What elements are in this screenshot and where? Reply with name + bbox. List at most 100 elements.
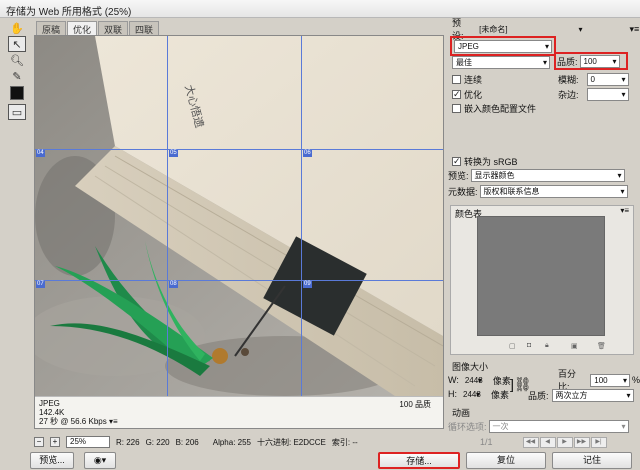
eyedropper-icon[interactable]: ✎ bbox=[8, 68, 26, 84]
resample-select[interactable]: 两次立方 bbox=[551, 388, 634, 402]
eyedropper-color-swatch[interactable] bbox=[10, 86, 24, 100]
height-row: H: 2448 像素 bbox=[448, 387, 509, 401]
prev-frame-icon[interactable]: ◀ bbox=[539, 436, 556, 448]
tool-palette: ✋ ↖ 🔍︎ ✎ ▭ bbox=[4, 20, 30, 120]
quality-preset-row: 最佳 bbox=[452, 55, 550, 69]
height-input[interactable]: 2448 bbox=[459, 388, 483, 401]
progressive-label: 连续 bbox=[464, 74, 483, 85]
preview-color-row: 预览: 显示器颜色 bbox=[448, 168, 625, 182]
view-tabs: 原稿 优化 双联 四联 bbox=[36, 21, 160, 35]
tab-original[interactable]: 原稿 bbox=[36, 21, 67, 35]
photo-image: 大心悟遗 bbox=[35, 36, 443, 396]
color-table-grid[interactable] bbox=[477, 216, 605, 336]
reset-button[interactable]: 复位 bbox=[466, 452, 546, 469]
info-format: JPEG bbox=[39, 399, 60, 408]
optimized-row: 优化 bbox=[452, 87, 482, 101]
color-table-menu-icon[interactable]: ▾≡ bbox=[620, 206, 629, 215]
metadata-select[interactable]: 版权和联系信息 bbox=[479, 184, 628, 198]
quality-label: 品质: bbox=[557, 56, 578, 67]
readout-hex: 十六进制: E2DCCE bbox=[257, 437, 326, 447]
info-download-time: 27 秒 @ 56.6 Kbps bbox=[39, 417, 107, 426]
info-quality: 100 品质 bbox=[399, 400, 431, 409]
readout-g: G: 220 bbox=[145, 437, 170, 447]
convert-srgb-label: 转换为 sRGB bbox=[464, 156, 518, 167]
slice-guide bbox=[167, 36, 168, 396]
readout-r: R: 226 bbox=[116, 437, 140, 447]
optimized-checkbox[interactable] bbox=[452, 89, 461, 100]
format-highlight: JPEG bbox=[450, 36, 556, 56]
embed-profile-row: 嵌入颜色配置文件 bbox=[452, 101, 536, 115]
convert-srgb-checkbox[interactable] bbox=[452, 156, 461, 167]
info-size: 142.4K bbox=[39, 408, 65, 417]
delete-color-icon[interactable]: 🗑︎ bbox=[597, 342, 606, 350]
optimized-label: 优化 bbox=[464, 89, 483, 100]
tab-optimized[interactable]: 优化 bbox=[67, 21, 98, 35]
first-frame-icon[interactable]: ◀◀ bbox=[522, 436, 539, 448]
slice-select-icon[interactable]: ↖ bbox=[8, 36, 26, 52]
progressive-checkbox[interactable] bbox=[452, 74, 461, 84]
last-frame-icon[interactable]: ▶| bbox=[590, 436, 607, 448]
embed-profile-checkbox[interactable] bbox=[452, 103, 461, 113]
play-icon[interactable]: ▶ bbox=[556, 436, 573, 448]
blur-input[interactable]: 0 bbox=[586, 72, 629, 86]
zoom-select[interactable]: 25% bbox=[66, 436, 110, 448]
map-transparency-icon[interactable]: ▢ bbox=[509, 342, 516, 350]
lock-color-icon[interactable]: 🔒︎ bbox=[545, 342, 549, 350]
optimization-info: JPEG 142.4K 27 秒 @ 56.6 Kbps ▾≡ 100 品质 bbox=[35, 396, 443, 428]
browser-select-button[interactable]: ◉▾ bbox=[84, 452, 116, 469]
web-shift-icon[interactable]: ◘ bbox=[527, 342, 531, 349]
slice-tag[interactable]: 07 bbox=[36, 281, 45, 288]
matte-row: 杂边: bbox=[558, 87, 629, 101]
frame-counter: 1/1 bbox=[480, 437, 493, 447]
tab-2up[interactable]: 双联 bbox=[98, 21, 129, 35]
resample-label: 品质: bbox=[528, 390, 549, 401]
quality-input[interactable]: 100 bbox=[579, 54, 620, 68]
blur-label: 模糊: bbox=[558, 74, 579, 85]
zoom-icon[interactable]: 🔍︎ bbox=[8, 52, 26, 68]
readout-alpha: Alpha: 255 bbox=[212, 437, 251, 447]
loop-row: 循环选项: 一次 bbox=[448, 419, 629, 433]
loop-select[interactable]: 一次 bbox=[488, 419, 629, 433]
preview-color-label: 预览: bbox=[448, 170, 469, 181]
metadata-row: 元数据: 版权和联系信息 bbox=[448, 184, 628, 198]
slice-tag[interactable]: 04 bbox=[36, 150, 45, 157]
resample-row: 品质: 两次立方 bbox=[528, 388, 634, 402]
slice-tag[interactable]: 09 bbox=[303, 281, 312, 288]
status-bar: − + 25% R: 226 G: 220 B: 206 Alpha: 255 … bbox=[34, 435, 444, 449]
zoom-out-icon[interactable]: − bbox=[34, 437, 44, 447]
slice-guide bbox=[35, 149, 443, 150]
slice-guide bbox=[301, 36, 302, 396]
matte-select[interactable] bbox=[586, 87, 629, 101]
next-frame-icon[interactable]: ▶▶ bbox=[573, 436, 590, 448]
zoom-in-icon[interactable]: + bbox=[50, 437, 60, 447]
height-label: H: bbox=[448, 389, 457, 399]
color-table-panel: 颜色表 ▾≡ ▢ ◘ 🔒︎ ▣ 🗑︎ bbox=[450, 205, 634, 355]
panel-menu-icon[interactable]: ▾≡ bbox=[630, 24, 640, 35]
tab-4up[interactable]: 四联 bbox=[129, 21, 160, 35]
progressive-row: 连续 bbox=[452, 72, 482, 86]
percent-input[interactable]: 100 bbox=[590, 373, 630, 387]
slice-tag[interactable]: 06 bbox=[303, 150, 312, 157]
width-unit: 像素 bbox=[492, 375, 511, 386]
remember-button[interactable]: 记住 bbox=[552, 452, 632, 469]
slice-tag[interactable]: 08 bbox=[169, 281, 178, 288]
image-preview[interactable]: 大心悟遗 04 05 06 07 08 09 JPEG 142.4K 27 秒 … bbox=[34, 35, 444, 429]
preview-button[interactable]: 预览... bbox=[30, 452, 74, 469]
slice-tag[interactable]: 05 bbox=[169, 150, 178, 157]
new-color-icon[interactable]: ▣ bbox=[571, 342, 578, 350]
readout-b: B: 206 bbox=[175, 437, 199, 447]
format-select[interactable]: JPEG bbox=[454, 39, 552, 53]
quality-preset-select[interactable]: 最佳 bbox=[452, 55, 550, 69]
info-menu-icon[interactable]: ▾≡ bbox=[109, 417, 118, 426]
readout-index: 索引: -- bbox=[331, 437, 358, 447]
width-row: W: 2448 像素 bbox=[448, 373, 511, 387]
preview-color-select[interactable]: 显示器颜色 bbox=[470, 168, 625, 182]
hand-icon[interactable]: ✋ bbox=[8, 20, 26, 36]
preset-select[interactable]: [未命名] bbox=[475, 23, 585, 36]
animation-controls: 1/1 ◀◀ ◀ ▶ ▶▶ ▶| bbox=[480, 435, 608, 449]
width-input[interactable]: 2448 bbox=[461, 374, 485, 387]
save-button[interactable]: 存储... bbox=[378, 452, 460, 469]
percent-row: 百分比: 100 % bbox=[558, 369, 640, 392]
preview-photo[interactable]: 大心悟遗 04 05 06 07 08 09 bbox=[35, 36, 443, 396]
toggle-slices-icon[interactable]: ▭ bbox=[8, 104, 26, 120]
